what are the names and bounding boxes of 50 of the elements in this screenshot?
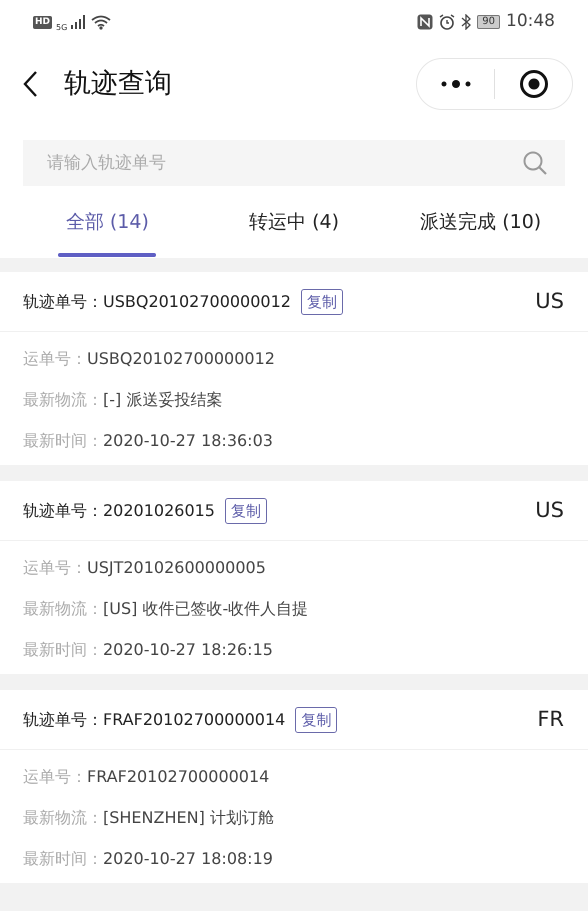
- field-label: 最新物流：: [23, 598, 103, 619]
- search-field[interactable]: 请输入轨迹单号: [23, 140, 565, 186]
- copy-button[interactable]: 复制: [224, 498, 267, 524]
- field-value: 2020-10-27 18:26:15: [103, 639, 273, 660]
- filter-tab[interactable]: 转运中 (4): [249, 208, 339, 236]
- field-label: 最新时间：: [23, 639, 103, 660]
- copy-button[interactable]: 复制: [300, 288, 343, 314]
- battery-indicator: 90: [477, 15, 500, 29]
- signal-icon: [71, 15, 88, 29]
- field-value: [US] 收件已签收-收件人自提: [103, 598, 308, 619]
- nfc-icon: [417, 14, 434, 30]
- field-label: 最新物流：: [23, 389, 103, 410]
- country-code: US: [535, 288, 564, 315]
- field-value: [-] 派送妥投结案: [103, 389, 222, 410]
- track-label: 轨迹单号：: [23, 500, 103, 522]
- field-label: 运单号：: [23, 348, 87, 369]
- track-label: 轨迹单号：: [23, 290, 103, 312]
- network-label: 5G: [56, 22, 68, 34]
- field-label: 运单号：: [23, 557, 87, 578]
- field-label: 最新物流：: [23, 807, 103, 828]
- back-icon[interactable]: [22, 70, 38, 98]
- wifi-icon: [91, 14, 112, 30]
- search-icon[interactable]: [522, 150, 548, 176]
- field-value: FRAF20102700000014: [87, 766, 270, 787]
- shipment-card[interactable]: 轨迹单号：FRAF20102700000014 复制 FR 运单号：FRAF20102700000014 最新物流：[SHENZHEN] 计划订舱 最新时间：2020-10-27 18:08:19: [0, 690, 588, 883]
- more-icon[interactable]: [440, 80, 470, 88]
- copy-button[interactable]: 复制: [295, 706, 338, 732]
- clock-time: 10:48: [506, 10, 555, 34]
- shipment-card[interactable]: 轨迹单号：USBQ20102700000012 复制 US 运单号：USBQ20102700000012 最新物流：[-] 派送妥投结案 最新时间：2020-10-27 18:36:03: [0, 272, 588, 465]
- country-code: FR: [537, 706, 564, 733]
- hd-badge: HD: [33, 16, 52, 28]
- field-value: 2020-10-27 18:08:19: [103, 848, 273, 869]
- filter-tab[interactable]: 全部 (14): [66, 208, 149, 236]
- page-title: 轨迹查询: [64, 66, 172, 101]
- bluetooth-icon: [461, 14, 472, 30]
- field-label: 最新时间：: [23, 848, 103, 869]
- track-number: USBQ20102700000012: [103, 290, 291, 312]
- field-value: [SHENZHEN] 计划订舱: [103, 807, 274, 828]
- field-label: 最新时间：: [23, 430, 103, 451]
- alarm-icon: [439, 14, 456, 30]
- track-number: FRAF20102700000014: [103, 708, 286, 730]
- field-value: USJT20102600000005: [87, 557, 266, 578]
- field-value: 2020-10-27 18:36:03: [103, 430, 273, 451]
- shipment-card[interactable]: 轨迹单号：20201026015 复制 US 运单号：USJT20102600000005 最新物流：[US] 收件已签收-收件人自提 最新时间：2020-10-27 18:26:15: [0, 481, 588, 674]
- filter-tab[interactable]: 派送完成 (10): [420, 208, 542, 236]
- country-code: US: [535, 496, 564, 524]
- track-label: 轨迹单号：: [23, 708, 103, 730]
- field-value: USBQ20102700000012: [87, 348, 275, 369]
- track-number: 20201026015: [103, 500, 215, 522]
- field-label: 运单号：: [23, 766, 87, 787]
